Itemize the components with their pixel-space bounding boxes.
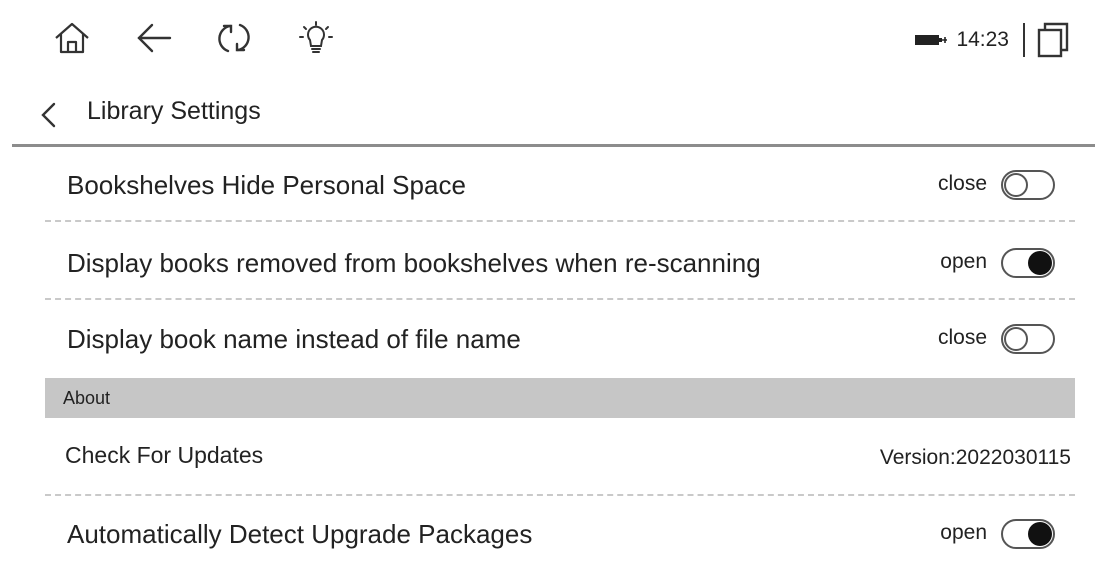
- setting-label: Automatically Detect Upgrade Packages: [67, 519, 533, 549]
- home-icon[interactable]: [52, 18, 92, 58]
- toggle-knob: [1004, 173, 1028, 197]
- setting-state: close: [937, 172, 987, 195]
- setting-state: open: [940, 521, 987, 544]
- setting-label: Check For Updates: [65, 442, 264, 468]
- toggle-switch[interactable]: [1001, 519, 1055, 549]
- toggle-knob: [1028, 522, 1052, 546]
- toggle-knob: [1004, 327, 1028, 351]
- status-right: 14:23: [914, 20, 1069, 60]
- toggle-switch[interactable]: [1001, 248, 1055, 278]
- setting-label: Bookshelves Hide Personal Space: [67, 170, 466, 200]
- back-arrow-icon[interactable]: [134, 18, 174, 58]
- section-title: About: [63, 388, 111, 408]
- toggle-switch[interactable]: [1001, 324, 1055, 354]
- battery-charging-icon: [915, 35, 948, 45]
- setting-label: Display books removed from bookshelves w…: [67, 248, 761, 278]
- chevron-left-icon[interactable]: [36, 100, 64, 130]
- status-divider: [1023, 23, 1025, 57]
- clock: 14:23: [956, 28, 1009, 51]
- refresh-icon[interactable]: [214, 18, 254, 58]
- setting-row-display-removed-books[interactable]: Display books removed from bookshelves w…: [45, 226, 1075, 300]
- page-header: Library Settings: [0, 84, 1095, 142]
- toggle-switch[interactable]: [1001, 170, 1055, 200]
- setting-label: Display book name instead of file name: [67, 324, 521, 354]
- setting-state: close: [937, 326, 987, 349]
- recent-apps-icon[interactable]: [1037, 22, 1069, 58]
- page-title: Library Settings: [87, 97, 261, 125]
- setting-state: open: [940, 250, 987, 273]
- toggle-knob: [1028, 251, 1052, 275]
- status-bar: 14:23: [0, 0, 1095, 84]
- version-value: Version:2022030115: [879, 446, 1071, 469]
- section-header-about: About: [45, 378, 1075, 418]
- check-for-updates-row[interactable]: Check For Updates Version:2022030115: [45, 418, 1075, 496]
- setting-row-display-book-name[interactable]: Display book name instead of file name c…: [45, 302, 1075, 376]
- frontlight-icon[interactable]: [296, 18, 336, 58]
- setting-row-auto-detect-upgrade[interactable]: Automatically Detect Upgrade Packages op…: [45, 497, 1075, 571]
- setting-row-hide-personal-space[interactable]: Bookshelves Hide Personal Space close: [45, 148, 1075, 222]
- header-divider: [12, 144, 1095, 147]
